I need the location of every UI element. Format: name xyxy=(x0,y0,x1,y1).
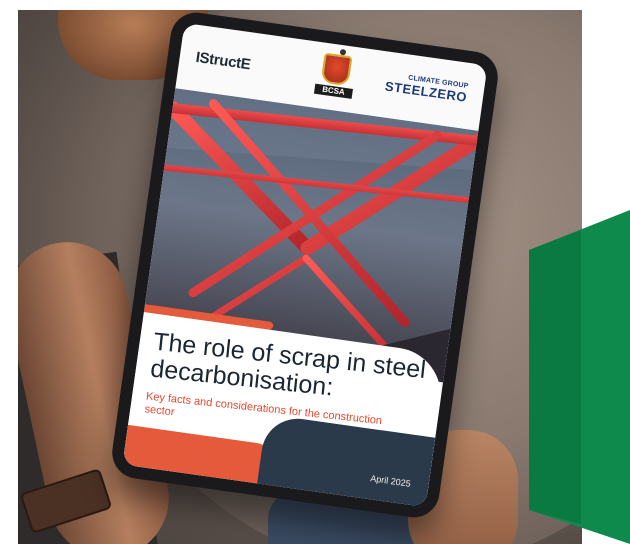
bcsa-logo: BCSA xyxy=(313,52,357,103)
scene: IStructE BCSA CLIMATE GROUP STEELZERO Th… xyxy=(0,0,630,544)
steelzero-logo: CLIMATE GROUP STEELZERO xyxy=(384,72,469,105)
bcsa-label: BCSA xyxy=(313,83,353,99)
photo-background: IStructE BCSA CLIMATE GROUP STEELZERO Th… xyxy=(18,10,582,544)
tablet-screen: IStructE BCSA CLIMATE GROUP STEELZERO Th… xyxy=(122,22,488,508)
green-brand-shape xyxy=(529,210,630,544)
tablet: IStructE BCSA CLIMATE GROUP STEELZERO Th… xyxy=(108,10,502,521)
istructe-logo: IStructE xyxy=(195,49,252,74)
istructe-logo-text: IStructE xyxy=(194,48,252,74)
bcsa-crest-icon xyxy=(320,52,353,87)
